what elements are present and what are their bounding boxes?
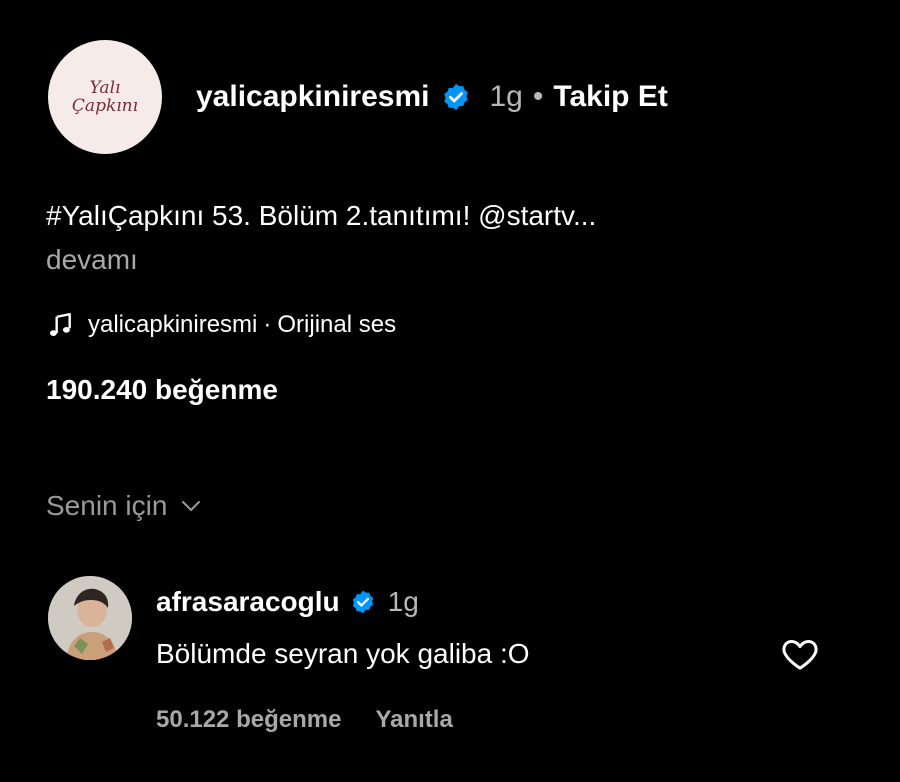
follow-button[interactable]: Takip Et	[553, 80, 667, 114]
brand-logo: Yalı Çapkını	[72, 79, 138, 115]
comment-time: 1g	[387, 586, 419, 617]
commenter-photo	[48, 576, 132, 660]
comment-sort-dropdown[interactable]: Senin için	[46, 490, 203, 522]
heart-outline-icon[interactable]	[780, 634, 820, 674]
caption-text: #YalıÇapkını 53. Bölüm 2.tanıtımı! @star…	[46, 200, 597, 231]
comment-actions: 50.122 beğenme Yanıtla	[156, 706, 453, 734]
post-caption: #YalıÇapkını 53. Bölüm 2.tanıtımı! @star…	[46, 194, 846, 282]
account-avatar[interactable]: Yalı Çapkını	[48, 40, 162, 154]
commenter-avatar[interactable]	[48, 576, 132, 660]
verified-badge-icon	[352, 590, 373, 614]
post-header: Yalı Çapkını yalicapkiniresmi 1g • Takip…	[48, 40, 668, 154]
audio-title: Orijinal ses	[277, 311, 397, 338]
post-likes[interactable]: 190.240 beğenme	[46, 374, 278, 406]
audio-separator: ·	[263, 311, 272, 338]
comment-likes[interactable]: 50.122 beğenme	[156, 706, 341, 734]
comment-text: Bölümde seyran yok galiba :O	[156, 638, 530, 669]
chevron-down-icon	[182, 501, 201, 511]
logo-line-2: Çapkını	[71, 96, 139, 116]
sort-label: Senin için	[46, 490, 168, 521]
audio-user: yalicapkiniresmi	[88, 311, 258, 338]
commenter-username[interactable]: afrasaracoglu	[156, 586, 340, 618]
audio-row[interactable]: yalicapkiniresmi · Orijinal ses	[48, 311, 396, 339]
header-separator: •	[532, 80, 544, 113]
music-note-icon	[49, 312, 71, 336]
more-link[interactable]: devamı	[46, 238, 846, 282]
reply-button[interactable]: Yanıtla	[375, 706, 452, 734]
post-username[interactable]: yalicapkiniresmi	[196, 80, 429, 114]
comment-header: afrasaracoglu 1g	[156, 586, 419, 618]
post-time: 1g	[489, 80, 523, 113]
verified-badge-icon	[444, 83, 469, 111]
logo-line-1: Yalı	[89, 78, 121, 98]
header-text: yalicapkiniresmi 1g • Takip Et	[196, 80, 668, 114]
